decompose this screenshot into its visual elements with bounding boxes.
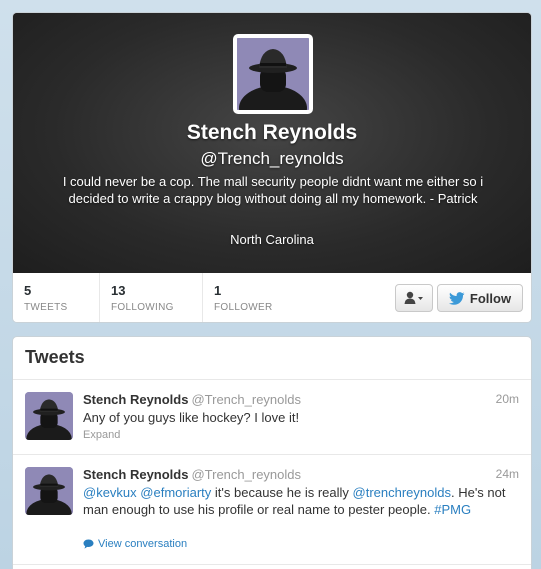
profile-card: Stench Reynolds @Trench_reynolds I could… — [12, 12, 532, 323]
view-conversation-label[interactable]: View conversation — [98, 538, 187, 550]
stat-following-label: FOLLOWING — [111, 302, 174, 313]
tweet-avatar[interactable] — [25, 467, 73, 515]
tweet-avatar[interactable] — [25, 392, 73, 440]
profile-bio: I could never be a cop. The mall securit… — [62, 174, 484, 206]
avatar[interactable] — [233, 34, 313, 114]
stat-followers-count: 1 — [214, 283, 222, 298]
profile-header: Stench Reynolds @Trench_reynolds I could… — [13, 13, 531, 273]
stat-tweets[interactable]: 5 TWEETS — [13, 273, 100, 322]
mention-link[interactable]: @trenchreynolds — [353, 485, 451, 500]
tweet-text: Any of you guys like hockey? I love it! — [83, 410, 300, 425]
tweet-author-handle[interactable]: @Trench_reynolds — [191, 392, 301, 407]
person-dropdown-icon — [404, 291, 423, 304]
tweets-card: Tweets Stench Reynolds @Trench_reynolds 2… — [12, 336, 532, 569]
tweet-timestamp[interactable]: 24m — [496, 467, 519, 481]
avatar-icon — [25, 467, 73, 515]
stat-following[interactable]: 13 FOLLOWING — [100, 273, 203, 322]
stat-tweets-count: 5 — [24, 283, 32, 298]
profile-handle: @Trench_reynolds — [200, 149, 344, 168]
profile-name: Stench Reynolds — [186, 121, 358, 144]
stat-following-count: 13 — [111, 283, 126, 298]
stat-followers-label: FOLLOWER — [214, 302, 273, 313]
user-actions-button[interactable] — [395, 284, 433, 312]
follow-label: Follow — [469, 290, 512, 306]
hashtag-link[interactable]: #PMG — [434, 502, 471, 517]
avatar-icon — [25, 392, 73, 440]
follow-button[interactable]: Follow — [437, 284, 523, 312]
view-conversation-link[interactable]: View conversation — [83, 538, 187, 550]
stat-tweets-label: TWEETS — [24, 302, 68, 313]
tweet-author[interactable]: Stench Reynolds @Trench_reynolds — [83, 392, 301, 407]
tweet-author-handle[interactable]: @Trench_reynolds — [191, 467, 301, 482]
stat-followers[interactable]: 1 FOLLOWER — [203, 273, 313, 322]
stats-bar: 5 TWEETS 13 FOLLOWING 1 FOLLOWER Follow — [13, 273, 531, 322]
tweet-text: @kevkux @efmoriarty it's because he is r… — [83, 484, 523, 518]
expand-link[interactable]: Expand — [83, 429, 120, 441]
tweet-item[interactable]: Stench Reynolds @Trench_reynolds 20m Any … — [13, 380, 531, 455]
mention-link[interactable]: @kevkux — [83, 485, 137, 500]
tweet-timestamp[interactable]: 20m — [496, 392, 519, 406]
tweet-author[interactable]: Stench Reynolds @Trench_reynolds — [83, 467, 301, 482]
tweet-text-segment: it's because he is really — [211, 485, 353, 500]
tweet-author-name[interactable]: Stench Reynolds — [83, 392, 188, 407]
profile-location: North Carolina — [230, 232, 314, 247]
avatar-icon — [237, 38, 309, 110]
tweet-author-name[interactable]: Stench Reynolds — [83, 467, 188, 482]
tweet-item[interactable]: Stench Reynolds @Trench_reynolds 24m @kev… — [13, 455, 531, 565]
tweets-heading: Tweets — [13, 337, 531, 380]
speech-bubble-icon — [83, 539, 94, 549]
mention-link[interactable]: @efmoriarty — [140, 485, 211, 500]
bird-icon — [448, 291, 465, 305]
